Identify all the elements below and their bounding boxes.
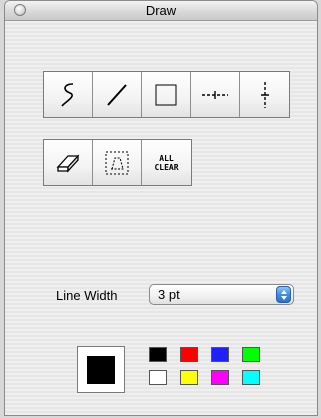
color-swatch[interactable] <box>242 347 260 362</box>
freehand-curve-icon <box>61 82 74 107</box>
rectangle-icon <box>155 84 177 105</box>
select-arrows-icon <box>276 286 291 303</box>
rectangle-tool-button[interactable] <box>142 72 191 117</box>
all-clear-button[interactable]: ALL CLEAR <box>142 140 191 185</box>
horizontal-dashed-line-icon <box>202 90 228 99</box>
current-color-swatch <box>87 355 115 384</box>
draw-window: Draw ALL CLEAR Line Width 3 pt <box>4 0 318 416</box>
window-title: Draw <box>145 3 177 18</box>
diagonal-line-icon <box>107 83 127 106</box>
eraser-icon <box>56 153 80 173</box>
current-color-well[interactable] <box>77 346 125 393</box>
line-width-select[interactable]: 3 pt <box>149 284 294 305</box>
color-palette <box>149 347 260 385</box>
dotted-select-eraser-icon <box>105 151 129 174</box>
eraser-tool-button[interactable] <box>44 140 93 185</box>
all-clear-label: ALL CLEAR <box>154 154 178 172</box>
color-swatch[interactable] <box>180 370 198 385</box>
color-swatch[interactable] <box>180 347 198 362</box>
title-bar[interactable]: Draw <box>5 1 317 21</box>
drawing-tools-group <box>43 71 290 118</box>
all-clear-line2: CLEAR <box>154 162 179 172</box>
line-tool-button[interactable] <box>93 72 142 117</box>
freehand-tool-button[interactable] <box>44 72 93 117</box>
color-swatch[interactable] <box>149 370 167 385</box>
erase-tools-group: ALL CLEAR <box>43 139 192 186</box>
vertical-line-tool-button[interactable] <box>240 72 289 117</box>
color-swatch[interactable] <box>242 370 260 385</box>
vertical-dashed-line-icon <box>260 81 269 108</box>
line-width-value: 3 pt <box>158 287 180 302</box>
color-swatch[interactable] <box>211 347 229 362</box>
all-clear-line1: ALL <box>159 153 174 163</box>
line-width-label: Line Width <box>56 288 118 303</box>
color-swatch[interactable] <box>211 370 229 385</box>
color-swatch[interactable] <box>149 347 167 362</box>
horizontal-line-tool-button[interactable] <box>191 72 240 117</box>
selection-eraser-tool-button[interactable] <box>93 140 142 185</box>
